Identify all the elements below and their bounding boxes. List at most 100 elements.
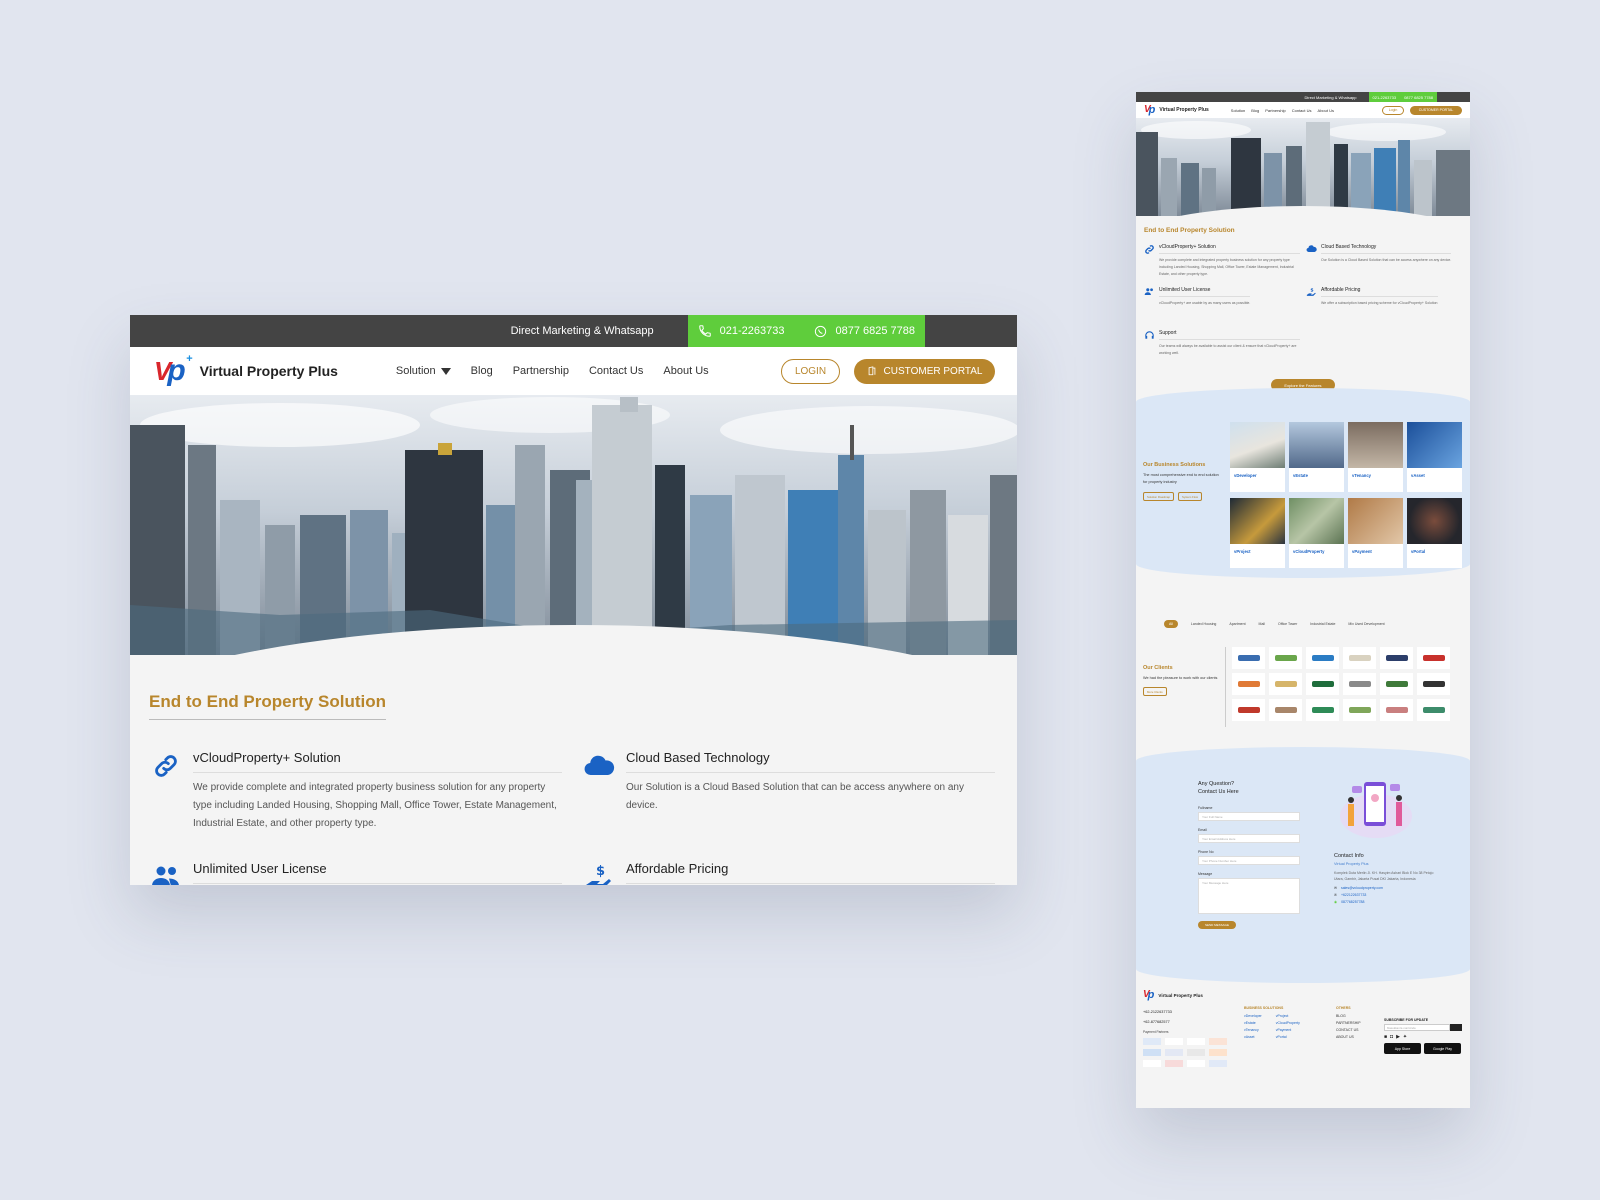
vp-logo[interactable]: Vp + <box>154 353 193 386</box>
tab-all[interactable]: All <box>1164 620 1178 628</box>
mini-nav-blog[interactable]: Blog <box>1251 108 1259 113</box>
footer-link-partnership[interactable]: PARTNERSHIP <box>1336 1020 1361 1027</box>
payment-logo <box>1187 1060 1205 1067</box>
footer-whatsapp[interactable]: +62-877682577 <box>1143 1017 1172 1027</box>
footer-link[interactable]: vDeveloper <box>1244 1013 1262 1020</box>
mini-customer-portal-button[interactable]: CUSTOMER PORTAL <box>1410 105 1462 115</box>
more-clients-button[interactable]: More Clients <box>1143 687 1167 696</box>
footer-link[interactable]: vProject <box>1276 1013 1300 1020</box>
client-logo <box>1232 699 1265 721</box>
mini-feature-title: Support <box>1159 330 1300 340</box>
payment-logo <box>1209 1049 1227 1056</box>
whatsapp-link[interactable]: 0877 6825 7788 <box>814 325 915 338</box>
footer-link[interactable]: vCloudProperty <box>1276 1020 1300 1027</box>
tab-landed-housing[interactable]: Landed Housing <box>1191 622 1217 626</box>
nav-item-contact-us[interactable]: Contact Us <box>589 365 643 377</box>
mini-skyline-image <box>1136 121 1470 216</box>
mini-whatsapp-number[interactable]: 0877 6825 7788 <box>1404 95 1433 100</box>
mini-phone-number[interactable]: 021-2263733 <box>1373 95 1397 100</box>
login-button[interactable]: LOGIN <box>781 358 840 384</box>
send-arrow-icon[interactable] <box>1450 1024 1462 1031</box>
customer-portal-button[interactable]: CUSTOMER PORTAL <box>854 358 995 384</box>
message-textarea[interactable]: Your Message Here <box>1198 878 1300 914</box>
nav-item-blog[interactable]: Blog <box>471 365 493 377</box>
footer: Vp Virtual Property Plus +62-2122637733 … <box>1136 990 1470 1108</box>
tab-industrial-estate[interactable]: Industrial Estate <box>1310 622 1335 626</box>
brand-name[interactable]: Virtual Property Plus <box>200 363 338 379</box>
mini-login-button[interactable]: Login <box>1382 105 1404 115</box>
solution-card[interactable]: vDeveloper <box>1230 422 1285 492</box>
mini-link-icon <box>1145 245 1154 254</box>
solution-card[interactable]: vProject <box>1230 498 1285 568</box>
mini-section-title: End to End Property Solution <box>1144 227 1235 234</box>
main-navbar: Vp + Virtual Property Plus Solution Blog … <box>130 347 1017 395</box>
contact-whatsapp-row[interactable]: ◉ 087768257788 <box>1334 900 1434 904</box>
solution-roadmap-button[interactable]: Solution Roadmap <box>1143 492 1175 501</box>
mini-hero-skyline <box>1136 118 1470 216</box>
footer-link[interactable]: vAsset <box>1244 1034 1262 1041</box>
payment-logo <box>1187 1038 1205 1045</box>
mini-nav-solution[interactable]: Solution <box>1231 108 1245 113</box>
payment-logo <box>1209 1060 1227 1067</box>
contact-phone-row[interactable]: ✆ +622122637733 <box>1334 893 1434 897</box>
phone-label: Phone No <box>1198 850 1214 854</box>
send-message-button[interactable]: SEND MESSAGE <box>1198 921 1236 929</box>
footer-link[interactable]: vPayment <box>1276 1027 1300 1034</box>
google-play-badge[interactable]: Google Play <box>1424 1043 1461 1054</box>
nav-item-partnership[interactable]: Partnership <box>513 365 569 377</box>
fullname-input[interactable]: Your Full Name <box>1198 812 1300 821</box>
twitter-icon[interactable]: ✦ <box>1403 1034 1407 1040</box>
contact-heading: Any Question? Contact Us Here <box>1198 781 1239 795</box>
phone-link[interactable]: 021-2263733 <box>698 324 784 338</box>
solution-card[interactable]: vPortal <box>1407 498 1462 568</box>
feature-title: vCloudProperty+ Solution <box>193 750 562 773</box>
footer-phone[interactable]: +62-2122637733 <box>1143 1007 1172 1017</box>
solution-card[interactable]: vPayment <box>1348 498 1403 568</box>
footer-link-contact[interactable]: CONTACT US <box>1336 1027 1361 1034</box>
users-icon <box>152 866 179 885</box>
system-flow-button[interactable]: System Flow <box>1178 492 1203 501</box>
dark-tech-photo <box>1407 498 1462 544</box>
mini-nav-about[interactable]: About Us <box>1318 108 1334 113</box>
client-logo <box>1306 647 1339 669</box>
footer-link[interactable]: vTenancy <box>1244 1027 1262 1034</box>
email-input[interactable]: Your Email Address Here <box>1198 834 1300 843</box>
caret-down-icon <box>440 367 451 375</box>
solution-card[interactable]: vAsset <box>1407 422 1462 492</box>
nav-item-about-us[interactable]: About Us <box>663 365 708 377</box>
mini-nav-contact[interactable]: Contact Us <box>1292 108 1312 113</box>
footer-link-blog[interactable]: BLOG <box>1336 1013 1361 1020</box>
mini-nav-menu: Solution Blog Partnership Contact Us Abo… <box>1231 108 1334 113</box>
aerial-photo <box>1289 498 1344 544</box>
payment-logo <box>1143 1038 1161 1045</box>
footer-link[interactable]: vEstate <box>1244 1020 1262 1027</box>
phone-input[interactable]: Your Phone Number Here <box>1198 856 1300 865</box>
solution-card[interactable]: vTenancy <box>1348 422 1403 492</box>
nav-item-solution[interactable]: Solution <box>396 365 451 377</box>
youtube-icon[interactable]: ▶ <box>1396 1034 1400 1040</box>
tab-mall[interactable]: Mall <box>1259 622 1265 626</box>
facebook-icon[interactable]: ■ <box>1384 1034 1387 1040</box>
footer-link-about[interactable]: ABOUT US <box>1336 1034 1361 1041</box>
tab-office-tower[interactable]: Office Tower <box>1278 622 1297 626</box>
solution-card[interactable]: vEstate <box>1289 422 1344 492</box>
solution-card[interactable]: vCloudProperty <box>1289 498 1344 568</box>
payment-logo <box>1143 1060 1161 1067</box>
client-logo <box>1380 647 1413 669</box>
footer-brand[interactable]: Vp Virtual Property Plus <box>1143 990 1203 1001</box>
instagram-icon[interactable]: ◘ <box>1390 1034 1393 1040</box>
feature-vcloudproperty: vCloudProperty+ Solution We provide comp… <box>149 750 562 833</box>
clients-title: Our Clients <box>1143 665 1173 671</box>
mini-vp-logo[interactable]: Vp <box>1144 105 1155 116</box>
tab-mix-used[interactable]: Mix Used Development <box>1348 622 1384 626</box>
subscribe-email-input[interactable]: Masukkan E-mail Anda <box>1384 1024 1450 1031</box>
mini-nav-partnership[interactable]: Partnership <box>1265 108 1285 113</box>
svg-text:$: $ <box>1310 287 1313 293</box>
app-store-badge[interactable]: App Store <box>1384 1043 1421 1054</box>
direct-marketing-label: Direct Marketing & Whatsapp <box>510 325 654 337</box>
mini-brand-name[interactable]: Virtual Property Plus <box>1159 107 1208 113</box>
contact-email-row[interactable]: ✉ sales@vcloudproperty.com <box>1334 886 1434 890</box>
tab-apartment[interactable]: Apartment <box>1229 622 1245 626</box>
payment-logo <box>1165 1038 1183 1045</box>
footer-link[interactable]: vPortal <box>1276 1034 1300 1041</box>
